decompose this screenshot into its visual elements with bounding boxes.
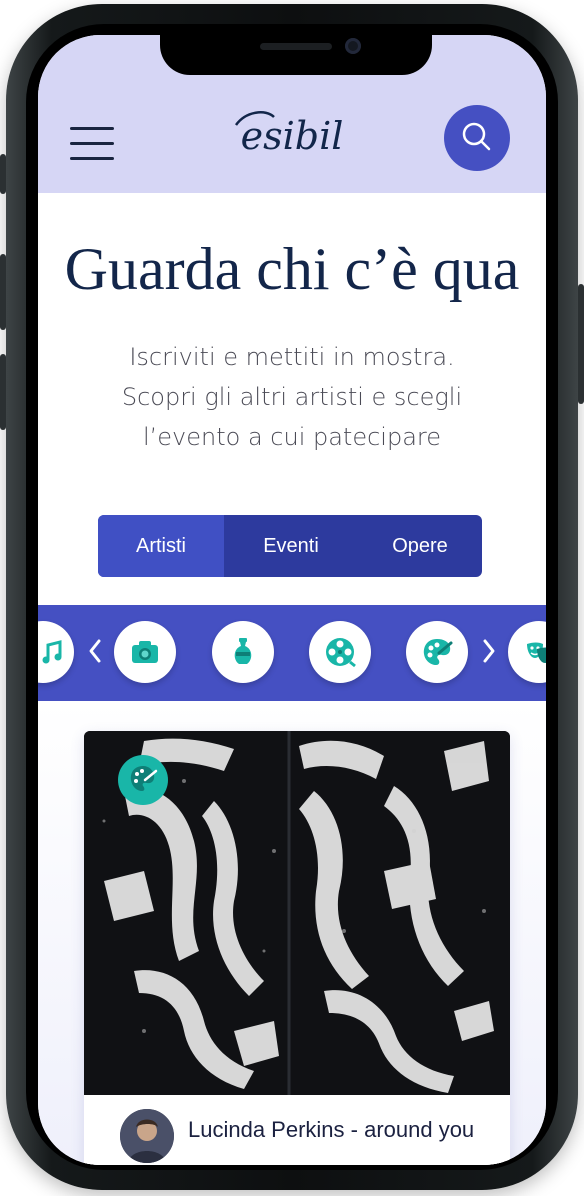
category-badge: [118, 755, 168, 805]
side-button: [578, 284, 584, 404]
avatar: [120, 1109, 174, 1163]
tab-eventi[interactable]: Eventi: [224, 515, 358, 577]
category-carousel: [38, 605, 546, 701]
palette-icon: [423, 639, 453, 665]
author-portrait: [120, 1109, 174, 1163]
page-subtitle: Iscriviti e mettiti in mostra. Scopri gl…: [72, 337, 512, 457]
chevron-left-icon[interactable]: [86, 637, 104, 665]
logo-mark: esibil: [234, 111, 344, 158]
mute-switch: [0, 154, 6, 194]
tab-artisti[interactable]: Artisti: [98, 515, 224, 577]
artwork-image: [84, 731, 510, 1095]
camera-icon: [132, 641, 158, 663]
vase-icon: [234, 638, 252, 664]
logo-text: esibil: [241, 114, 344, 158]
category-sculpture[interactable]: [212, 621, 274, 683]
category-music[interactable]: [38, 621, 74, 683]
volume-up-button: [0, 254, 6, 330]
volume-down-button: [0, 354, 6, 430]
search-button[interactable]: [444, 105, 510, 171]
author-name[interactable]: Lucinda Perkins - around you: [188, 1117, 474, 1143]
music-note-icon: [42, 640, 62, 664]
front-camera: [345, 38, 361, 54]
segmented-tabs: Artisti Eventi Opere: [98, 515, 482, 577]
category-cinema[interactable]: [309, 621, 371, 683]
card-footer: Lucinda Perkins - around you: [84, 1095, 510, 1165]
subtitle-line: Iscriviti e mettiti in mostra.: [129, 343, 455, 371]
phone-screen: esibil Guarda chi c’è qua Iscriviti e me…: [38, 35, 546, 1165]
category-photography[interactable]: [114, 621, 176, 683]
tab-opere[interactable]: Opere: [358, 515, 482, 577]
category-painting[interactable]: [406, 621, 468, 683]
theatre-masks-icon: [527, 642, 546, 663]
content-area: Lucinda Perkins - around you: [38, 701, 546, 1165]
film-reel-icon: [326, 638, 356, 668]
artwork-card[interactable]: Lucinda Perkins - around you: [84, 731, 510, 1165]
earpiece-speaker: [260, 43, 332, 50]
search-icon: [462, 122, 491, 151]
palette-icon: [130, 766, 158, 791]
subtitle-line: Scopri gli altri artisti e scegli: [121, 383, 463, 411]
category-theatre[interactable]: [508, 621, 546, 683]
page-title: Guarda chi c’è qua: [64, 236, 520, 302]
notch: [160, 35, 432, 75]
logo[interactable]: esibil: [222, 105, 362, 169]
hamburger-menu-icon[interactable]: [68, 127, 116, 161]
subtitle-line: l’evento a cui patecipare: [142, 423, 442, 451]
chevron-right-icon[interactable]: [480, 637, 498, 665]
